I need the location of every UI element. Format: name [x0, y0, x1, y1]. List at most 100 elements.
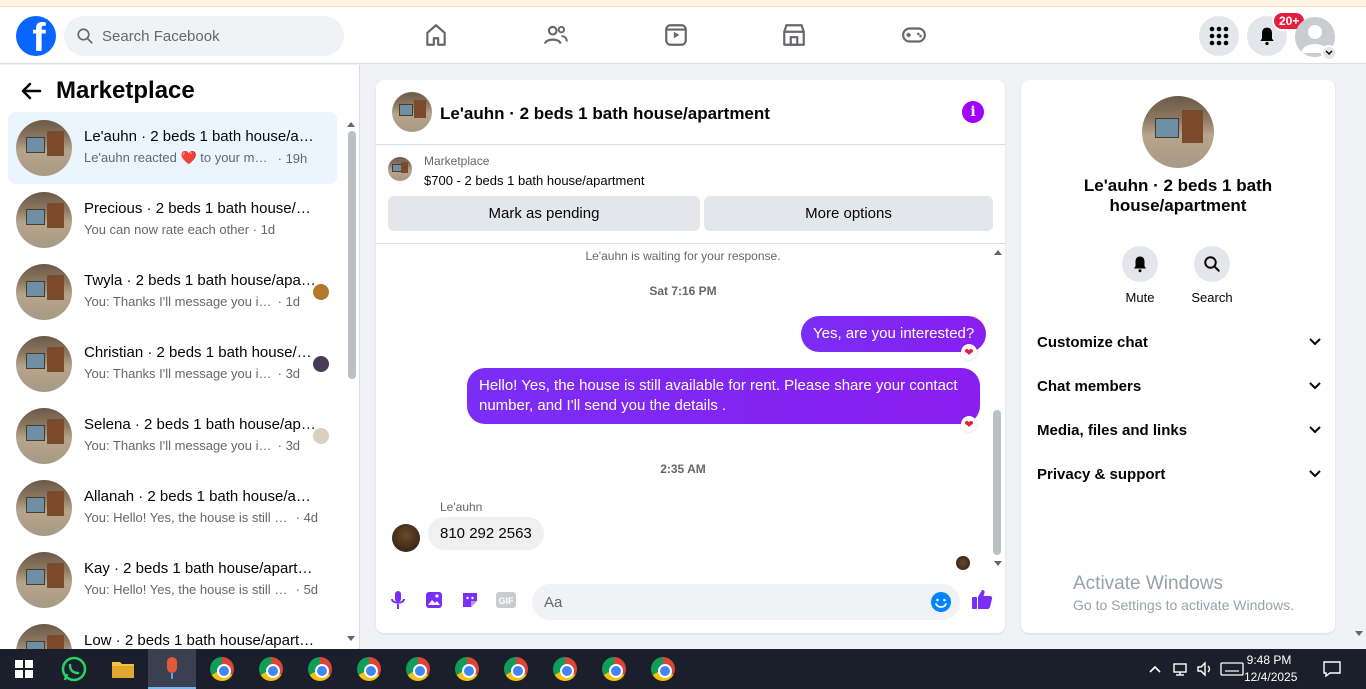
chevron-down-icon	[1309, 382, 1321, 390]
listing-thumbnail	[16, 120, 72, 176]
listing-thumbnail[interactable]	[392, 92, 432, 132]
chrome-taskbar-icon[interactable]	[443, 649, 491, 689]
message-input[interactable]: Aa	[532, 584, 960, 620]
chat-members-section[interactable]: Chat members	[1037, 364, 1321, 408]
thumbs-up-icon[interactable]	[971, 588, 993, 610]
search-box[interactable]: Search Facebook	[64, 16, 344, 56]
thread-scrollbar[interactable]	[990, 244, 1005, 571]
conversation-item[interactable]: Allanah · 2 beds 1 bath house/apartment …	[8, 472, 337, 544]
timestamp: 2:35 AM	[660, 462, 706, 476]
file-explorer-taskbar-icon[interactable]	[99, 649, 147, 689]
chat-header: Le'auhn · 2 beds 1 bath house/apartment …	[376, 80, 1005, 145]
outgoing-message[interactable]: Hello! Yes, the house is still available…	[467, 368, 980, 424]
conversation-time: · 1d	[252, 222, 276, 237]
chrome-taskbar-icon[interactable]	[590, 649, 638, 689]
conversation-item[interactable]: Precious · 2 beds 1 bath house/apartment…	[8, 184, 337, 256]
whatsapp-taskbar-icon[interactable]	[50, 649, 98, 689]
seen-receipt-avatar	[956, 556, 970, 570]
conversation-time: · 19h	[277, 150, 308, 166]
listing-thumbnail	[16, 192, 72, 248]
menu-grid-button[interactable]	[1199, 16, 1239, 56]
page-scrollbar[interactable]	[1352, 65, 1366, 649]
conversation-list-scrollbar[interactable]	[346, 115, 356, 645]
facebook-logo[interactable]: f	[16, 16, 56, 56]
gaming-icon[interactable]	[898, 19, 930, 51]
chevron-down-icon	[1309, 426, 1321, 434]
chrome-taskbar-icon[interactable]	[198, 649, 246, 689]
conversation-name: Low · 2 beds 1 bath house/apartment	[84, 632, 319, 649]
read-receipt-avatar	[313, 428, 329, 444]
mark-as-pending-button[interactable]: Mark as pending	[388, 196, 700, 231]
watermark-subtitle: Go to Settings to activate Windows.	[1073, 597, 1294, 613]
outgoing-message[interactable]: Yes, are you interested?	[801, 316, 987, 352]
heart-reaction-icon[interactable]: ❤	[961, 344, 977, 360]
back-arrow-icon[interactable]	[20, 79, 44, 103]
start-button[interactable]	[0, 649, 48, 689]
sender-avatar[interactable]	[392, 524, 420, 552]
chevron-up-icon[interactable]	[1148, 664, 1162, 674]
gif-icon[interactable]: GIF	[495, 589, 517, 611]
chrome-taskbar-icon[interactable]	[639, 649, 687, 689]
sender-name: Le'auhn	[440, 500, 483, 514]
privacy-support-section[interactable]: Privacy & support	[1037, 452, 1321, 496]
system-tray	[1148, 649, 1244, 689]
chrome-taskbar-icon[interactable]	[296, 649, 344, 689]
network-icon[interactable]	[1172, 661, 1190, 677]
listing-thumbnail	[16, 408, 72, 464]
more-options-button[interactable]: More options	[704, 196, 993, 231]
listing-thumbnail	[16, 264, 72, 320]
listing-thumbnail	[16, 552, 72, 608]
listing-thumbnail[interactable]	[1142, 96, 1214, 168]
marketplace-icon[interactable]	[778, 19, 810, 51]
microphone-icon[interactable]	[387, 589, 409, 611]
section-label: Customize chat	[1037, 333, 1148, 351]
chrome-taskbar-icon[interactable]	[345, 649, 393, 689]
action-center-button[interactable]	[1322, 649, 1342, 689]
listing-thumbnail	[16, 624, 72, 649]
chevron-down-icon	[1309, 338, 1321, 346]
chat-title[interactable]: Le'auhn · 2 beds 1 bath house/apartment	[440, 104, 770, 124]
friends-icon[interactable]	[540, 19, 572, 51]
chrome-taskbar-icon[interactable]	[247, 649, 295, 689]
conversation-item[interactable]: Le'auhn · 2 beds 1 bath house/apartment …	[8, 112, 337, 184]
search-conversation-button[interactable]: Search	[1182, 246, 1242, 305]
timestamp: Sat 7:16 PM	[649, 284, 717, 298]
listing-thumbnail	[388, 157, 412, 181]
conversation-list-panel: Marketplace Le'auhn · 2 beds 1 bath hous…	[0, 65, 360, 649]
heart-reaction-icon[interactable]: ❤	[961, 416, 977, 432]
chrome-taskbar-icon[interactable]	[394, 649, 442, 689]
info-icon[interactable]: i	[962, 101, 984, 123]
photo-icon[interactable]	[423, 589, 445, 611]
page-title: Marketplace	[56, 77, 195, 104]
screen-recorder-taskbar-icon[interactable]	[148, 649, 196, 689]
conversation-item[interactable]: Kay · 2 beds 1 bath house/apartment You:…	[8, 544, 337, 616]
search-placeholder[interactable]: Search Facebook	[102, 28, 220, 45]
bell-icon	[1134, 256, 1146, 273]
conversation-item[interactable]: Low · 2 beds 1 bath house/apartment	[8, 616, 337, 649]
volume-icon[interactable]	[1196, 661, 1214, 677]
conversation-item[interactable]: Twyla · 2 beds 1 bath house/apartment Yo…	[8, 256, 337, 328]
media-files-links-section[interactable]: Media, files and links	[1037, 408, 1321, 452]
clock-date: 12/4/2025	[1244, 670, 1298, 684]
clock-time: 9:48 PM	[1246, 653, 1292, 667]
chrome-taskbar-icon[interactable]	[541, 649, 589, 689]
listing-price: $700 - 2 beds 1 bath house/apartment	[424, 173, 645, 188]
incoming-message[interactable]: 810 292 2563	[428, 517, 544, 550]
customize-chat-section[interactable]: Customize chat	[1037, 320, 1321, 364]
emoji-icon[interactable]	[930, 591, 952, 613]
conversation-item[interactable]: Selena · 2 beds 1 bath house/apartment Y…	[8, 400, 337, 472]
search-label: Search	[1191, 290, 1233, 305]
message-input-placeholder[interactable]: Aa	[544, 594, 562, 611]
conversation-item[interactable]: Christian · 2 beds 1 bath house/apartmen…	[8, 328, 337, 400]
chrome-taskbar-icon[interactable]	[492, 649, 540, 689]
keyboard-icon[interactable]	[1220, 662, 1244, 676]
home-icon[interactable]	[420, 19, 452, 51]
grid-icon	[1209, 26, 1229, 46]
mute-label: Mute	[1125, 290, 1155, 305]
chevron-down-icon[interactable]	[1321, 45, 1337, 61]
sticker-icon[interactable]	[459, 589, 481, 611]
chevron-down-icon	[1309, 470, 1321, 478]
mute-button[interactable]: Mute	[1110, 246, 1170, 305]
taskbar-clock[interactable]: 9:48 PM 12/4/2025	[1244, 652, 1298, 686]
video-icon[interactable]	[660, 19, 692, 51]
